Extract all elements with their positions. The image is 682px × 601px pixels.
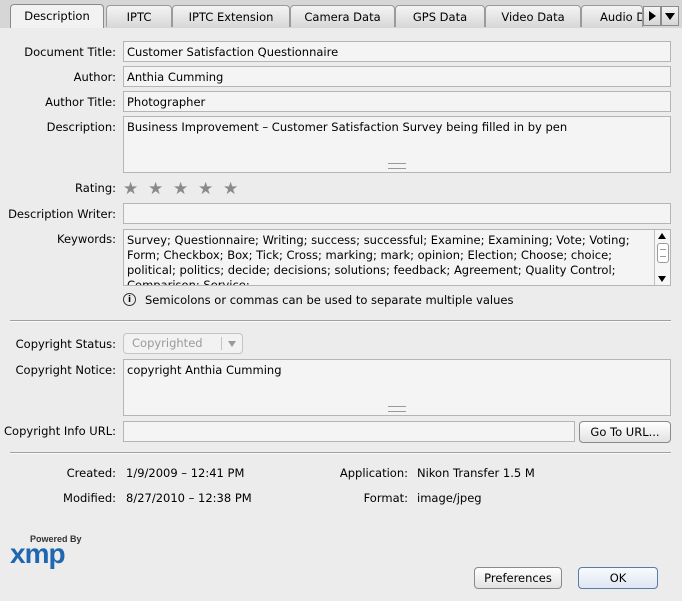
created-label: Created: bbox=[66, 466, 116, 480]
triangle-right-icon bbox=[649, 11, 656, 21]
keywords-scrollbar[interactable] bbox=[654, 230, 670, 285]
rating-label: Rating: bbox=[75, 181, 116, 195]
star-icon[interactable]: ★ bbox=[123, 179, 148, 199]
ok-button[interactable]: OK bbox=[578, 567, 658, 589]
scroll-down-icon[interactable] bbox=[658, 276, 666, 282]
copyright-status-value: Copyrighted bbox=[132, 336, 203, 350]
author-title-label: Author Title: bbox=[45, 95, 116, 109]
chevron-down-icon bbox=[228, 341, 236, 347]
description-writer-label: Description Writer: bbox=[8, 207, 116, 221]
go-to-url-button[interactable]: Go To URL... bbox=[579, 421, 671, 443]
scroll-thumb[interactable] bbox=[657, 243, 669, 263]
modified-value: 8/27/2010 – 12:38 PM bbox=[126, 491, 252, 505]
scroll-up-icon[interactable] bbox=[658, 233, 666, 239]
divider bbox=[10, 320, 671, 322]
format-label: Format: bbox=[363, 491, 408, 505]
preferences-button[interactable]: Preferences bbox=[474, 567, 562, 589]
format-value: image/jpeg bbox=[417, 491, 482, 505]
copyright-info-url-field[interactable] bbox=[123, 421, 575, 442]
copyright-status-select[interactable]: Copyrighted bbox=[123, 333, 243, 354]
copyright-notice-text: copyright Anthia Cumming bbox=[127, 363, 282, 377]
description-label: Description: bbox=[46, 120, 116, 134]
xmp-logo: xmp bbox=[10, 538, 66, 569]
keywords-field[interactable]: Survey; Questionnaire; Writing; success;… bbox=[123, 229, 671, 286]
divider bbox=[10, 452, 671, 454]
triangle-down-icon bbox=[665, 13, 675, 20]
resize-grip-icon[interactable] bbox=[388, 163, 406, 169]
tab-bar: Description IPTC IPTC Extension Camera D… bbox=[0, 0, 682, 29]
rating-stars: ★ ★ ★ ★ ★ bbox=[123, 179, 248, 199]
star-icon[interactable]: ★ bbox=[173, 179, 198, 199]
info-icon: i bbox=[123, 293, 136, 306]
author-label: Author: bbox=[73, 70, 116, 84]
modified-label: Modified: bbox=[63, 491, 116, 505]
tab-iptc-extension[interactable]: IPTC Extension bbox=[172, 5, 290, 27]
tab-gps-data[interactable]: GPS Data bbox=[395, 5, 485, 27]
tab-menu-button[interactable] bbox=[661, 6, 679, 26]
application-value: Nikon Transfer 1.5 M bbox=[417, 466, 535, 480]
copyright-notice-field[interactable]: copyright Anthia Cumming bbox=[123, 359, 671, 416]
copyright-notice-label: Copyright Notice: bbox=[15, 363, 116, 377]
description-text: Business Improvement – Customer Satisfac… bbox=[127, 120, 568, 134]
keywords-label: Keywords: bbox=[57, 232, 116, 246]
copyright-info-url-label: Copyright Info URL: bbox=[4, 424, 116, 438]
tab-video-data[interactable]: Video Data bbox=[485, 5, 581, 27]
author-title-field[interactable]: Photographer bbox=[123, 91, 671, 112]
description-field[interactable]: Business Improvement – Customer Satisfac… bbox=[123, 116, 671, 173]
tab-audio-data[interactable]: Audio D bbox=[581, 5, 643, 27]
description-panel: Document Title: Customer Satisfaction Qu… bbox=[0, 28, 682, 601]
document-title-field[interactable]: Customer Satisfaction Questionnaire bbox=[123, 41, 671, 62]
tab-scroll-right-button[interactable] bbox=[643, 6, 661, 26]
star-icon[interactable]: ★ bbox=[198, 179, 223, 199]
created-value: 1/9/2009 – 12:41 PM bbox=[126, 466, 245, 480]
star-icon[interactable]: ★ bbox=[223, 179, 248, 199]
resize-grip-icon[interactable] bbox=[388, 406, 406, 412]
tab-iptc[interactable]: IPTC bbox=[106, 5, 172, 27]
description-writer-field[interactable] bbox=[123, 203, 671, 224]
keywords-text: Survey; Questionnaire; Writing; success;… bbox=[127, 233, 630, 286]
tab-camera-data[interactable]: Camera Data bbox=[290, 5, 395, 27]
copyright-status-label: Copyright Status: bbox=[15, 337, 116, 351]
keywords-hint: Semicolons or commas can be used to sepa… bbox=[145, 293, 514, 307]
tab-description[interactable]: Description bbox=[10, 4, 104, 28]
application-label: Application: bbox=[339, 466, 408, 480]
star-icon[interactable]: ★ bbox=[148, 179, 173, 199]
document-title-label: Document Title: bbox=[24, 45, 116, 59]
author-field[interactable]: Anthia Cumming bbox=[123, 66, 671, 87]
